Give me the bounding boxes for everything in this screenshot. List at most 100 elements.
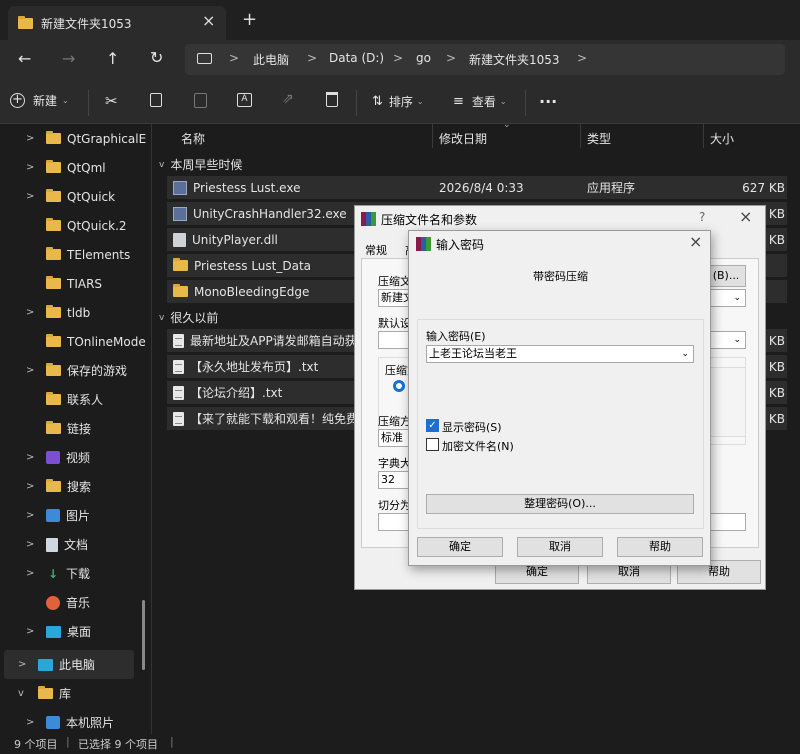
close-icon[interactable]: × xyxy=(689,232,702,251)
organize-passwords-button[interactable]: 整理密码(O)... xyxy=(426,494,694,514)
cut-icon[interactable]: ✂ xyxy=(105,92,118,110)
sidebar-item[interactable]: > 视频 xyxy=(0,443,150,472)
group-header-this-week[interactable]: v 本周早些时候 xyxy=(159,156,242,173)
sort-button[interactable]: ⇅ 排序 ⌄ xyxy=(372,93,424,110)
sidebar-item[interactable]: TOnlineMode xyxy=(0,327,150,356)
sidebar-item[interactable]: > QtQuick xyxy=(0,182,150,211)
column-header-size[interactable]: 大小 xyxy=(710,130,734,147)
close-icon[interactable]: × xyxy=(202,11,215,30)
sidebar-item[interactable]: TElements xyxy=(0,240,150,269)
sidebar-item[interactable]: QtQuick.2 xyxy=(0,211,150,240)
chevron-right-icon[interactable]: > xyxy=(26,568,40,579)
chevron-right-icon[interactable]: > xyxy=(26,539,40,550)
browse-button[interactable]: (B)... xyxy=(706,265,746,287)
sidebar-item[interactable]: > 搜索 xyxy=(0,472,150,501)
sidebar-item-label: QtGraphicalE xyxy=(67,131,147,146)
file-row[interactable]: Priestess Lust.exe 2026/8/4 0:33 应用程序 62… xyxy=(167,176,787,199)
group-header-long-ago[interactable]: v 很久以前 xyxy=(159,309,218,326)
sidebar-item[interactable]: > QtGraphicalE xyxy=(0,124,150,153)
sidebar-item[interactable]: TIARS xyxy=(0,269,150,298)
share-icon[interactable]: ⇗ xyxy=(282,91,294,107)
more-icon[interactable]: ... xyxy=(539,88,557,107)
password-cancel-button[interactable]: 取消 xyxy=(517,537,603,557)
sidebar-item[interactable]: 联系人 xyxy=(0,385,150,414)
chevron-right-icon[interactable]: > xyxy=(26,307,40,318)
sort-label: 排序 xyxy=(388,95,413,109)
crumb-go[interactable]: go xyxy=(416,51,431,65)
forward-icon[interactable]: → xyxy=(62,49,75,68)
sidebar-item-label: 链接 xyxy=(67,422,92,436)
format-radio[interactable] xyxy=(393,380,405,392)
chevron-right-icon[interactable]: > xyxy=(26,481,40,492)
sidebar-scrollbar[interactable] xyxy=(142,600,145,670)
crumb-drive[interactable]: Data (D:) xyxy=(329,51,384,65)
text-file-icon xyxy=(173,333,184,348)
sidebar-item[interactable]: > 本机照片 xyxy=(0,708,150,737)
back-icon[interactable]: ← xyxy=(18,49,31,68)
new-tab-icon[interactable]: + xyxy=(242,9,257,30)
sidebar-item[interactable]: > 桌面 xyxy=(0,617,150,646)
encrypt-names-label[interactable]: 加密文件名(N) xyxy=(442,438,514,454)
file-size: KB xyxy=(768,206,785,221)
sidebar-item[interactable]: > ↓ 下载 xyxy=(0,559,150,588)
up-icon[interactable]: ↑ xyxy=(106,49,119,68)
encrypt-names-checkbox[interactable] xyxy=(426,438,439,451)
refresh-icon[interactable]: ↻ xyxy=(150,48,163,67)
file-name: MonoBleedingEdge xyxy=(194,284,310,299)
file-size: KB xyxy=(768,333,785,348)
column-header-name[interactable]: 名称 xyxy=(181,130,205,147)
view-button[interactable]: ≡ 查看 ⌄ xyxy=(453,93,507,110)
column-header-type[interactable]: 类型 xyxy=(587,130,611,147)
sidebar-item-label: QtQuick.2 xyxy=(67,218,127,233)
password-input[interactable]: 上老王论坛当老王 ⌄ xyxy=(426,345,694,363)
chevron-right-icon[interactable]: > xyxy=(26,133,40,144)
delete-icon[interactable] xyxy=(326,92,338,107)
password-ok-button[interactable]: 确定 xyxy=(417,537,503,557)
copy-icon[interactable] xyxy=(150,93,162,107)
sidebar-item[interactable]: v库 xyxy=(0,679,150,708)
sidebar-item[interactable]: > 保存的游戏 xyxy=(0,356,150,385)
chevron-right-icon[interactable]: > xyxy=(26,191,40,202)
column-header-date[interactable]: 修改日期 xyxy=(439,130,487,147)
column-divider[interactable] xyxy=(432,124,433,148)
chevron-right-icon[interactable]: > xyxy=(26,162,40,173)
show-password-label[interactable]: 显示密码(S) xyxy=(442,419,502,435)
tab-general[interactable]: 常规 xyxy=(365,242,387,258)
help-label: 帮助 xyxy=(649,540,671,553)
chevron-down-icon[interactable]: v xyxy=(18,688,32,699)
address-bar[interactable]: > 此电脑 > Data (D:) > go > 新建文件夹1053 > xyxy=(185,44,785,75)
paste-icon[interactable] xyxy=(194,93,207,108)
chevron-right-icon[interactable]: > xyxy=(26,626,40,637)
sidebar-item[interactable]: > 文档 xyxy=(0,530,150,559)
close-icon[interactable]: × xyxy=(739,207,752,226)
chevron-right-icon[interactable]: > xyxy=(26,717,40,728)
exe-icon xyxy=(173,206,187,221)
chevron-right-icon[interactable]: > xyxy=(26,452,40,463)
chevron-right-icon[interactable]: > xyxy=(26,510,40,521)
group-label: 很久以前 xyxy=(170,311,219,325)
profile-label: 默认设 xyxy=(378,317,411,330)
folder-icon xyxy=(173,258,188,271)
sidebar-item[interactable]: 链接 xyxy=(0,414,150,443)
sidebar-item[interactable]: > tldb xyxy=(0,298,150,327)
sidebar-item-label: 库 xyxy=(59,687,72,701)
file-size: 627 KB xyxy=(742,180,785,195)
password-help-button[interactable]: 帮助 xyxy=(617,537,703,557)
column-divider[interactable] xyxy=(703,124,704,148)
crumb-folder[interactable]: 新建文件夹1053 xyxy=(469,51,560,68)
sidebar-item[interactable]: > 图片 xyxy=(0,501,150,530)
sidebar-item[interactable]: > QtQml xyxy=(0,153,150,182)
help-question-icon[interactable]: ? xyxy=(699,210,705,224)
crumb-separator: > xyxy=(577,51,588,65)
rename-icon[interactable]: A xyxy=(237,93,252,107)
column-divider[interactable] xyxy=(580,124,581,148)
folder-icon xyxy=(46,276,61,289)
new-button[interactable]: + 新建 ⌄ xyxy=(10,92,69,109)
sidebar-item[interactable]: 音乐 xyxy=(0,588,150,617)
chevron-right-icon[interactable]: > xyxy=(18,659,32,670)
tab-current[interactable]: 新建文件夹1053 × xyxy=(8,6,226,40)
chevron-right-icon[interactable]: > xyxy=(26,365,40,376)
sidebar-item-this-pc[interactable]: > 此电脑 xyxy=(4,650,134,679)
show-password-checkbox[interactable]: ✓ xyxy=(426,419,439,432)
crumb-this-pc[interactable]: 此电脑 xyxy=(253,51,289,68)
